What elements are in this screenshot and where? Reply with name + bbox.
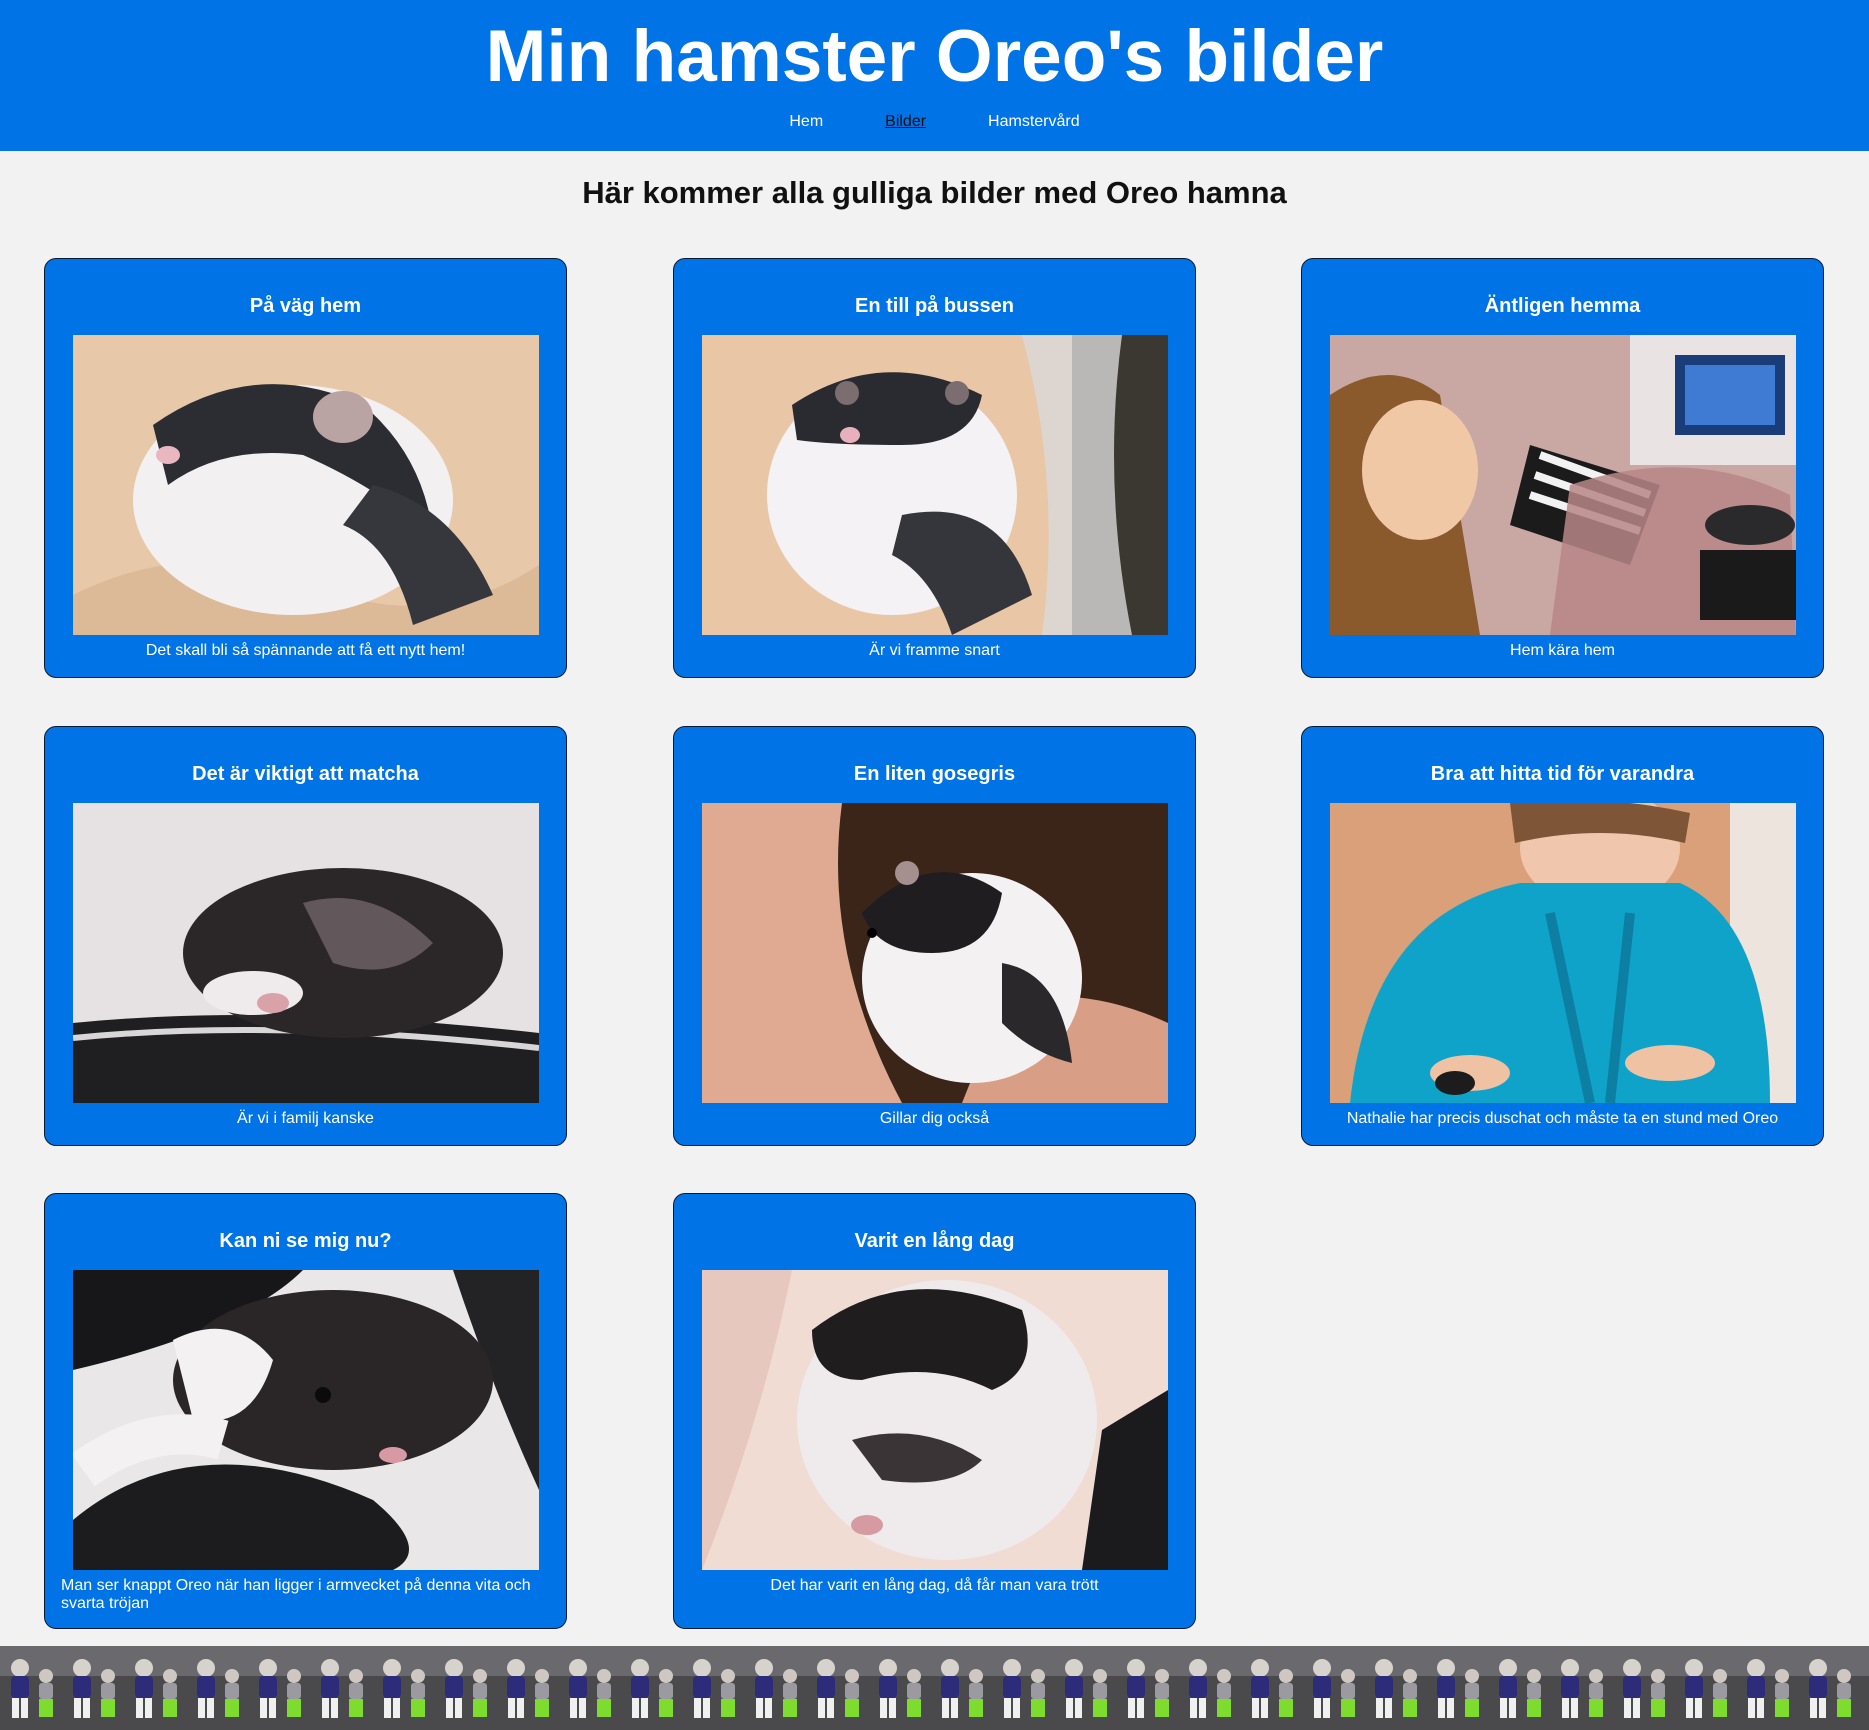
photo-card-7: Kan ni se mig nu? Man ser knappt Oreo nä… [44, 1193, 567, 1629]
hamster-photo [73, 1270, 539, 1570]
card-title: En till på bussen [855, 295, 1014, 317]
photo-card-1: På väg hem Det skall bli så spännande at… [44, 258, 567, 678]
card-title: Bra att hitta tid för varandra [1430, 763, 1695, 785]
card-caption: Är vi i familj kanske [237, 1110, 374, 1127]
card-caption: Det har varit en lång dag, då får man va… [770, 1577, 1099, 1594]
footer-tile [1240, 1646, 1302, 1730]
card-caption: Är vi framme snart [869, 642, 1000, 659]
nav-link-hem[interactable]: Hem [789, 110, 823, 134]
page-heading: Här kommer alla gulliga bilder med Oreo … [582, 175, 1287, 210]
hamster-photo [73, 335, 539, 635]
footer-tile [1178, 1646, 1240, 1730]
card-title: Varit en lång dag [854, 1230, 1015, 1252]
footer-banner [0, 1646, 1869, 1730]
footer-tile [124, 1646, 186, 1730]
photo-card-2: En till på bussen Är vi framme snart [673, 258, 1196, 678]
footer-tile [1798, 1646, 1860, 1730]
footer-tile [930, 1646, 992, 1730]
photo-card-3: Äntligen hemma Hem kära hem [1301, 258, 1824, 678]
footer-tile [682, 1646, 744, 1730]
card-title: Kan ni se mig nu? [219, 1230, 392, 1252]
hamster-photo [702, 1270, 1168, 1570]
footer-tile [1550, 1646, 1612, 1730]
footer-tile [620, 1646, 682, 1730]
footer-tile [1116, 1646, 1178, 1730]
card-title: Äntligen hemma [1484, 295, 1641, 317]
card-caption: Hem kära hem [1510, 642, 1615, 659]
nav-link-hamstervard[interactable]: Hamstervård [988, 110, 1080, 134]
card-title: En liten gosegris [853, 763, 1016, 785]
photo-card-8: Varit en lång dag Det har varit en lång … [673, 1193, 1196, 1629]
footer-tile [558, 1646, 620, 1730]
footer-tile [248, 1646, 310, 1730]
footer-tile [1426, 1646, 1488, 1730]
card-caption: Det skall bli så spännande att få ett ny… [145, 642, 466, 659]
photo-card-4: Det är viktigt att matcha Är vi i familj… [44, 726, 567, 1146]
card-caption: Gillar dig också [879, 1110, 990, 1127]
photo-card-5: En liten gosegris Gillar dig också [673, 726, 1196, 1146]
nav-link-bilder[interactable]: Bilder [885, 110, 926, 134]
footer-tile [744, 1646, 806, 1730]
footer-tile [1612, 1646, 1674, 1730]
footer-tile [0, 1646, 62, 1730]
hamster-photo [702, 803, 1168, 1103]
footer-tile [1736, 1646, 1798, 1730]
footer-tile [806, 1646, 868, 1730]
footer-tile [868, 1646, 930, 1730]
photo-card-6: Bra att hitta tid för varandra Nathalie … [1301, 726, 1824, 1146]
footer-tile [434, 1646, 496, 1730]
footer-tile [992, 1646, 1054, 1730]
card-title: Det är viktigt att matcha [192, 763, 419, 785]
footer-tile [1488, 1646, 1550, 1730]
footer-tile [1364, 1646, 1426, 1730]
hamster-photo [1330, 335, 1796, 635]
footer-tile [372, 1646, 434, 1730]
card-title: På väg hem [249, 295, 362, 317]
footer-tile [62, 1646, 124, 1730]
footer-tile [186, 1646, 248, 1730]
hamster-photo [73, 803, 539, 1103]
card-caption: Nathalie har precis duschat och måste ta… [1346, 1110, 1779, 1127]
card-caption: Man ser knappt Oreo när han ligger i arm… [61, 1577, 531, 1612]
footer-tile [1054, 1646, 1116, 1730]
footer-tile [496, 1646, 558, 1730]
site-header: Min hamster Oreo's bilder Hem Bilder Ham… [0, 0, 1869, 151]
footer-pattern [0, 1646, 1869, 1730]
footer-tile [1674, 1646, 1736, 1730]
hamster-photo [702, 335, 1168, 635]
site-title: Min hamster Oreo's bilder [485, 16, 1384, 97]
footer-tile [1860, 1646, 1869, 1730]
hamster-photo [1330, 803, 1796, 1103]
footer-tile [1302, 1646, 1364, 1730]
main-nav: Hem Bilder Hamstervård [0, 110, 1869, 134]
footer-tile [310, 1646, 372, 1730]
